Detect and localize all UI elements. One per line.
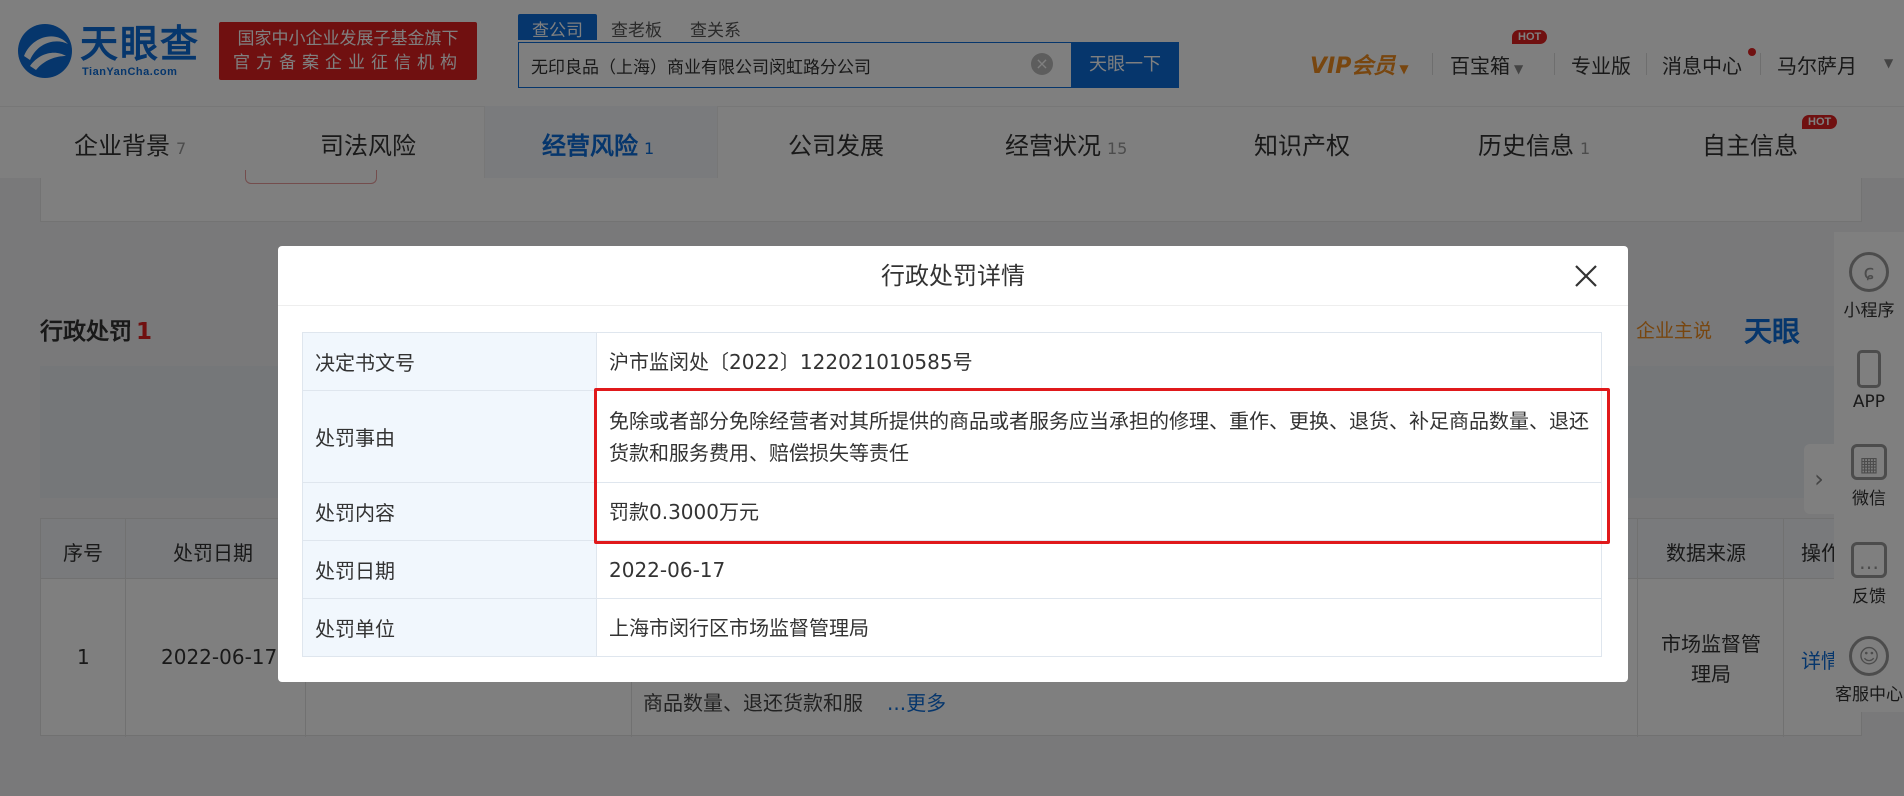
- dialog-title: 行政处罚详情: [278, 246, 1628, 306]
- table-row: 处罚日期 2022-06-17: [302, 540, 1602, 599]
- close-icon[interactable]: [1572, 262, 1600, 290]
- field-label: 决定书文号: [302, 332, 597, 391]
- field-value: 上海市闵行区市场监督管理局: [596, 598, 1602, 657]
- highlight-box: [594, 388, 1610, 544]
- field-label: 处罚日期: [302, 540, 597, 599]
- table-row: 处罚单位 上海市闵行区市场监督管理局: [302, 598, 1602, 657]
- field-label: 处罚内容: [302, 482, 597, 541]
- field-value: 沪市监闵处〔2022〕122021010585号: [596, 332, 1602, 391]
- field-label: 处罚单位: [302, 598, 597, 657]
- field-label: 处罚事由: [302, 390, 597, 483]
- field-value: 2022-06-17: [596, 540, 1602, 599]
- table-row: 决定书文号 沪市监闵处〔2022〕122021010585号: [302, 332, 1602, 391]
